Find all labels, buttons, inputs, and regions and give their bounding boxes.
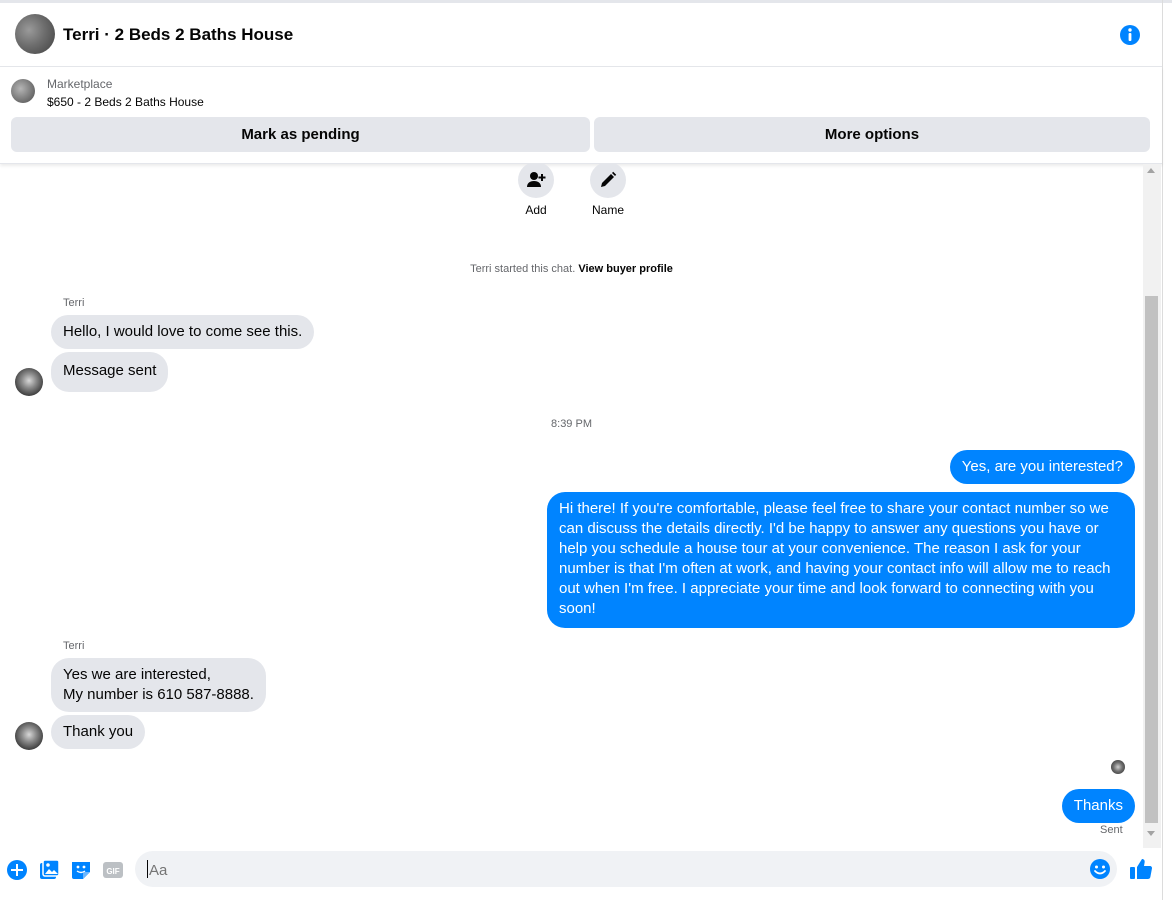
- pencil-icon: [601, 171, 617, 187]
- svg-text:GIF: GIF: [106, 867, 119, 876]
- conversation-header: Terri · 2 Beds 2 Baths House: [0, 3, 1162, 67]
- listing-title[interactable]: $650 - 2 Beds 2 Baths House: [47, 95, 204, 109]
- incoming-message[interactable]: Yes we are interested, My number is 610 …: [51, 658, 266, 712]
- plus-icon[interactable]: [6, 859, 28, 881]
- name-button[interactable]: [590, 164, 626, 198]
- more-options-button[interactable]: More options: [594, 117, 1150, 152]
- sender-avatar[interactable]: [15, 368, 43, 396]
- chat-start-text: Terri started this chat.: [470, 263, 579, 275]
- info-icon[interactable]: [1119, 24, 1141, 46]
- mark-as-pending-button[interactable]: Mark as pending: [11, 117, 590, 152]
- marketplace-listing-bar: Marketplace $650 - 2 Beds 2 Baths House …: [0, 67, 1162, 164]
- listing-thumbnail[interactable]: [11, 79, 35, 103]
- message-input-container[interactable]: [135, 851, 1117, 889]
- gif-icon[interactable]: GIF: [102, 859, 124, 881]
- read-receipt-avatar: [1111, 760, 1125, 774]
- scrollbar[interactable]: [1143, 164, 1161, 848]
- add-person-button[interactable]: [518, 164, 554, 198]
- conversation-title[interactable]: Terri · 2 Beds 2 Baths House: [63, 25, 293, 45]
- sticker-icon[interactable]: [70, 859, 92, 881]
- sender-avatar[interactable]: [15, 722, 43, 750]
- add-label: Add: [525, 203, 547, 217]
- view-buyer-profile-link[interactable]: View buyer profile: [578, 263, 673, 275]
- scrollbar-thumb[interactable]: [1145, 296, 1158, 823]
- add-person-icon: [527, 172, 546, 187]
- photo-icon[interactable]: [38, 859, 60, 881]
- outgoing-message[interactable]: Thanks: [1061, 789, 1135, 823]
- scroll-down-arrow[interactable]: [1147, 831, 1155, 836]
- sender-name: Terri: [63, 297, 85, 309]
- incoming-message[interactable]: Message sent: [51, 352, 169, 392]
- delivery-status: Sent: [1100, 824, 1123, 836]
- thumbs-up-icon[interactable]: [1129, 857, 1153, 881]
- message-input[interactable]: [147, 851, 1081, 889]
- outgoing-message[interactable]: Yes, are you interested?: [949, 450, 1135, 484]
- incoming-message[interactable]: Hello, I would love to come see this.: [51, 315, 315, 349]
- incoming-message[interactable]: Thank you: [51, 715, 146, 749]
- text-cursor: [147, 860, 148, 878]
- chat-start-note: Terri started this chat. View buyer prof…: [0, 263, 1143, 275]
- outgoing-message[interactable]: Hi there! If you're comfortable, please …: [547, 492, 1135, 628]
- message-thread: Add Name Terri started this chat. View b…: [0, 164, 1143, 848]
- sender-name: Terri: [63, 640, 85, 652]
- contact-avatar[interactable]: [15, 14, 55, 54]
- scroll-up-arrow[interactable]: [1147, 168, 1155, 173]
- name-label: Name: [591, 203, 624, 217]
- message-timestamp: 8:39 PM: [551, 418, 592, 430]
- composer-bar: GIF: [0, 848, 1162, 900]
- marketplace-label: Marketplace: [47, 77, 113, 91]
- emoji-icon[interactable]: [1089, 858, 1111, 880]
